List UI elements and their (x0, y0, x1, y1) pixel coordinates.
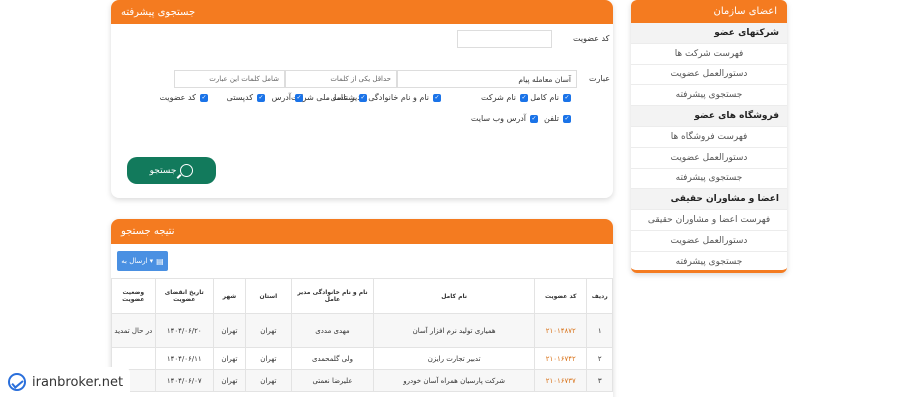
table-cell: تهران (244, 313, 292, 348)
table-row[interactable]: ۳ ۲۱۰۱۶۷۳۷ شرکت پارسیان همراه آسان خودرو عل… (111, 369, 613, 392)
table-cell: ۱۴۰۴/۰۶/۱۱ (154, 347, 214, 370)
table-cell[interactable]: شرکت پارسیان همراه آسان خودرو (373, 369, 536, 392)
phrase-input[interactable]: آسان معامله پیام (397, 70, 577, 88)
watermark: iranbroker.net (0, 367, 130, 397)
column-header[interactable]: کد عضویت (534, 278, 588, 314)
phrase-label: عبارت (589, 74, 611, 83)
table-cell: ۱۴۰۴/۰۶/۲۰ (154, 313, 214, 348)
table-cell[interactable]: ۲۱۰۱۶۷۴۲ (534, 347, 588, 370)
send-to-button[interactable]: ارسال به ▾ ▤ (117, 251, 168, 271)
table-row[interactable]: ۲ ۲۱۰۱۶۷۴۲ تدبیر تجارت رایزن ولی گلمحمدی تهر… (111, 347, 613, 370)
table-cell: تهران (244, 347, 292, 370)
table-cell[interactable]: ۲۱۰۱۴۸۷۲ (534, 313, 588, 348)
checkbox-check-icon[interactable]: ✓ (530, 114, 538, 123)
checkbox-field-option[interactable]: ✓ آدرس (272, 93, 303, 102)
watermark-text: iranbroker.net (32, 374, 124, 390)
table-cell: تهران (212, 313, 246, 348)
checkbox-check-icon[interactable]: ✓ (359, 93, 367, 102)
checkbox-check-icon[interactable]: ✓ (520, 93, 528, 102)
sidebar-link[interactable]: جستجوی پیشرفته (631, 251, 787, 270)
table-cell: مهدی مددی (290, 313, 375, 348)
column-header[interactable]: شهر (212, 278, 246, 314)
sidebar-link[interactable]: فهرست اعضا و مشاوران حقیقی (631, 210, 787, 231)
table-cell[interactable]: تدبیر تجارت رایزن (373, 347, 536, 370)
sidebar-group-header: فروشگاه های عضو (631, 106, 787, 127)
table-cell: ۲ (586, 347, 613, 370)
table-header-row: ردیف کد عضویت نام کامل نام و نام خانوادگی م… (111, 278, 613, 314)
sidebar-link[interactable]: دستورالعمل عضویت (631, 147, 787, 169)
checkbox-field-option[interactable]: ✓ نام کامل (530, 93, 571, 102)
sidebar-link[interactable]: دستورالعمل عضویت (631, 230, 787, 252)
sidebar-link[interactable]: فهرست شرکت ها (631, 43, 787, 65)
results-table: ردیف کد عضویت نام کامل نام و نام خانوادگی م… (111, 278, 613, 392)
checkbox-check-icon[interactable]: ✓ (200, 93, 208, 102)
table-cell: ۳ (586, 369, 613, 392)
checkbox-check-icon[interactable]: ✓ (295, 93, 303, 102)
column-header[interactable]: استان (244, 278, 292, 314)
checkbox-label: آدرس (271, 93, 291, 102)
checkbox-label: نام کامل (530, 93, 559, 102)
min-one-word-input[interactable]: حداقل یکی از کلمات (285, 70, 397, 88)
send-button-label: ارسال به (121, 257, 148, 265)
sidebar-link[interactable]: فهرست فروشگاه ها (631, 126, 787, 148)
table-cell: ۱ (586, 313, 613, 348)
checkbox-field-option[interactable]: ✓ تلفن (544, 114, 571, 123)
iranbroker-logo-icon (8, 373, 26, 391)
table-cell[interactable]: همیاری تولید نرم افزار آسان (373, 313, 536, 348)
table-cell: تهران (244, 369, 292, 392)
table-row[interactable]: ۱ ۲۱۰۱۴۸۷۲ همیاری تولید نرم افزار آسان مهدی… (111, 313, 613, 348)
table-cell: علیرضا نعمتی (290, 369, 375, 392)
checkbox-field-option[interactable]: ✓ نام شرکت (481, 93, 528, 102)
results-panel: نتیجه جستجو ارسال به ▾ ▤ ردیف کد عضویت نام… (111, 219, 613, 397)
table-cell[interactable]: ۲۱۰۱۶۷۳۷ (534, 369, 588, 392)
checkbox-label: کد عضویت (159, 93, 196, 102)
sidebar-link[interactable]: جستجوی پیشرفته (631, 168, 787, 190)
sidebar-link[interactable]: جستجوی پیشرفته (631, 85, 787, 107)
results-title: نتیجه جستجو (111, 219, 613, 244)
checkbox-label: کدپستی (226, 93, 253, 102)
sidebar-panel: اعضای سازمان شرکتهای عضو فهرست شرکت ها دست… (631, 0, 787, 273)
table-cell: در حال تمدید (111, 313, 156, 348)
column-header[interactable]: وضعیت عضویت (111, 278, 156, 314)
checkbox-label: نام شرکت (481, 93, 516, 102)
table-body: ۱ ۲۱۰۱۴۸۷۲ همیاری تولید نرم افزار آسان مهدی… (111, 313, 613, 392)
member-code-label: کد عضویت (573, 34, 610, 43)
table-cell: ۱۴۰۴/۰۶/۰۷ (154, 369, 214, 392)
checkbox-check-icon[interactable]: ✓ (563, 93, 571, 102)
checkbox-check-icon[interactable]: ✓ (563, 114, 571, 123)
checkbox-check-icon[interactable]: ✓ (257, 93, 265, 102)
exclude-phrase-input[interactable]: شامل کلمات این عبارت (174, 70, 285, 88)
sidebar-link[interactable]: دستورالعمل عضویت (631, 64, 787, 86)
sidebar-group-header: شرکتهای عضو (631, 23, 787, 44)
search-button[interactable]: جستجو (127, 157, 216, 184)
document-icon: ▤ (156, 256, 164, 266)
sidebar-title: اعضای سازمان (631, 0, 787, 23)
table-cell: تهران (212, 347, 246, 370)
column-header[interactable]: تاریخ انقضای عضویت (154, 278, 214, 314)
search-button-label: جستجو (149, 165, 177, 176)
column-header[interactable]: ردیف (586, 278, 613, 314)
table-cell: ولی گلمحمدی (290, 347, 375, 370)
checkbox-label: آدرس وب سایت (470, 114, 526, 123)
column-header[interactable]: نام و نام خانوادگی مدیر عامل (290, 278, 375, 314)
chevron-down-icon: ▾ (149, 257, 154, 265)
sidebar-group-header: اعضا و مشاوران حقیقی (631, 189, 787, 211)
search-panel-title: جستجوی پیشرفته (111, 0, 613, 24)
table-cell: تهران (212, 369, 246, 392)
column-header[interactable]: نام کامل (373, 278, 536, 314)
checkbox-field-option[interactable]: ✓ آدرس وب سایت (471, 114, 538, 123)
advanced-search-panel: جستجوی پیشرفته کد عضویت عبارت آسان معامل… (111, 0, 613, 198)
member-code-input[interactable] (457, 30, 552, 48)
search-icon (180, 164, 194, 177)
checkbox-label: تلفن (543, 114, 559, 123)
checkbox-check-icon[interactable]: ✓ (433, 93, 441, 102)
checkbox-field-option[interactable]: ✓ کدپستی (227, 93, 265, 102)
checkbox-field-option[interactable]: ✓ کد عضویت (160, 93, 208, 102)
sidebar-list: شرکتهای عضو فهرست شرکت ها دستورالعمل عضویت… (631, 23, 787, 270)
